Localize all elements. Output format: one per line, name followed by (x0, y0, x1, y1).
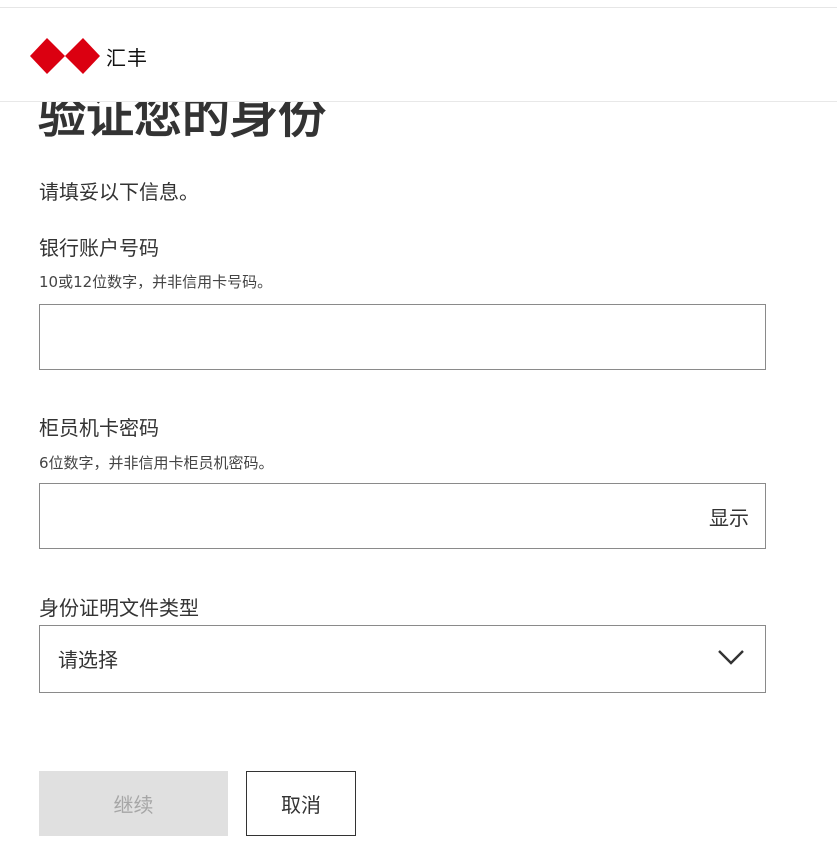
brand-name: 汇丰 (106, 46, 148, 70)
hsbc-hexagon-logo-icon[interactable] (30, 38, 100, 74)
id-type-selected-value: 请选择 (58, 648, 118, 672)
atm-pin-label: 柜员机卡密码 (39, 416, 159, 440)
account-number-hint: 10或12位数字，并非信用卡号码。 (39, 273, 273, 291)
site-header: 汇丰 (0, 8, 837, 102)
atm-pin-input[interactable] (40, 484, 765, 548)
chevron-down-icon (718, 650, 744, 665)
continue-button[interactable]: 继续 (39, 771, 228, 836)
intro-text: 请填妥以下信息。 (39, 180, 199, 204)
atm-pin-hint: 6位数字，并非信用卡柜员机密码。 (39, 454, 274, 472)
atm-pin-field[interactable]: 显示 (39, 483, 766, 549)
cancel-button[interactable]: 取消 (246, 771, 356, 836)
id-type-label: 身份证明文件类型 (39, 596, 199, 620)
id-type-select[interactable]: 请选择 (39, 625, 766, 693)
account-number-input[interactable] (40, 305, 765, 369)
show-pin-button[interactable]: 显示 (709, 502, 749, 531)
account-number-label: 银行账户号码 (39, 236, 159, 260)
account-number-field[interactable] (39, 304, 766, 370)
